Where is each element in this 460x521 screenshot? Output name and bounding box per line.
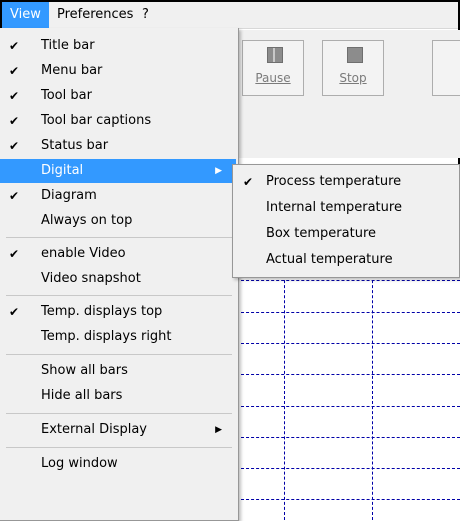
check-icon: ✔: [8, 139, 20, 153]
stop-caption: Stop: [339, 71, 367, 85]
menu-item-menu-bar[interactable]: ✔ Menu bar: [0, 59, 236, 83]
submenu-item-box-temperature[interactable]: Box temperature: [233, 221, 457, 247]
grid-line: [236, 406, 460, 407]
menu-item-label: Temp. displays right: [41, 329, 172, 344]
grid-line: [236, 468, 460, 469]
menu-separator: [6, 413, 232, 414]
menu-view[interactable]: View: [2, 2, 49, 28]
menu-item-video-snapshot[interactable]: Video snapshot: [0, 267, 236, 291]
toolbar-button-partial[interactable]: [432, 40, 460, 96]
menu-item-label: Video snapshot: [41, 271, 141, 286]
menu-item-log-window[interactable]: Log window: [0, 452, 236, 476]
menu-item-label: Title bar: [41, 38, 95, 53]
grid-line: [284, 270, 285, 520]
menu-item-show-all-bars[interactable]: Show all bars: [0, 359, 236, 383]
grid-line: [236, 437, 460, 438]
menu-item-hide-all-bars[interactable]: Hide all bars: [0, 384, 236, 408]
menu-item-external-display[interactable]: External Display ▶: [0, 418, 236, 442]
grid-line: [372, 270, 373, 520]
check-icon: ✔: [8, 64, 20, 78]
digital-submenu: ✔ Process temperature Internal temperatu…: [232, 164, 460, 278]
check-icon: ✔: [8, 305, 20, 319]
menu-preferences[interactable]: Preferences: [49, 2, 141, 28]
pause-icon: [267, 47, 283, 63]
check-icon: ✔: [8, 89, 20, 103]
menu-item-label: Tool bar captions: [41, 113, 152, 128]
check-icon: ✔: [8, 247, 20, 261]
menu-item-temp-displays-top[interactable]: ✔ Temp. displays top: [0, 300, 236, 324]
menu-item-always-on-top[interactable]: Always on top: [0, 209, 236, 233]
menu-item-temp-displays-right[interactable]: Temp. displays right: [0, 325, 236, 349]
menu-item-label: Status bar: [41, 138, 109, 153]
menu-item-label: Menu bar: [41, 63, 103, 78]
grid-line: [236, 343, 460, 344]
submenu-arrow-icon: ▶: [215, 166, 222, 176]
stop-button[interactable]: Stop: [322, 40, 384, 96]
stop-icon: [347, 47, 363, 63]
menu-item-diagram[interactable]: ✔ Diagram: [0, 184, 236, 208]
menu-item-label: External Display: [41, 422, 147, 437]
check-icon: ✔: [8, 189, 20, 203]
menu-separator: [6, 447, 232, 448]
menu-item-tool-bar[interactable]: ✔ Tool bar: [0, 84, 236, 108]
menu-item-label: Hide all bars: [41, 388, 123, 403]
menu-help[interactable]: ?: [134, 2, 157, 28]
menu-item-label: Digital: [41, 163, 84, 178]
menu-item-status-bar[interactable]: ✔ Status bar: [0, 134, 236, 158]
menu-separator: [6, 354, 232, 355]
grid-line: [236, 312, 460, 313]
menu-item-label: enable Video: [41, 246, 126, 261]
menu-item-digital[interactable]: Digital ▶: [0, 159, 236, 183]
grid-line: [236, 499, 460, 500]
view-menu: ✔ Title bar ✔ Menu bar ✔ Tool bar ✔ Tool…: [0, 28, 239, 521]
menu-item-label: Log window: [41, 456, 118, 471]
pause-caption: Pause: [255, 71, 291, 85]
menu-item-enable-video[interactable]: ✔ enable Video: [0, 242, 236, 266]
menu-item-label: Temp. displays top: [41, 304, 163, 319]
submenu-item-process-temperature[interactable]: ✔ Process temperature: [233, 169, 457, 195]
menu-separator: [6, 237, 232, 238]
diagram-grid: [236, 270, 460, 520]
menu-item-tool-bar-captions[interactable]: ✔ Tool bar captions: [0, 109, 236, 133]
submenu-item-internal-temperature[interactable]: Internal temperature: [233, 195, 457, 221]
menu-item-title-bar[interactable]: ✔ Title bar: [0, 34, 236, 58]
toolbar: Pause Stop: [236, 30, 460, 158]
pause-button[interactable]: Pause: [242, 40, 304, 96]
menu-item-label: Diagram: [41, 188, 97, 203]
menu-bar: View Preferences ?: [2, 2, 458, 29]
submenu-item-label: Process temperature: [266, 174, 402, 189]
check-icon: ✔: [8, 39, 20, 53]
submenu-arrow-icon: ▶: [215, 425, 222, 435]
check-icon: ✔: [243, 175, 254, 189]
menu-item-label: Always on top: [41, 213, 133, 228]
submenu-item-actual-temperature[interactable]: Actual temperature: [233, 247, 457, 273]
grid-line: [236, 280, 460, 281]
submenu-item-label: Box temperature: [266, 226, 377, 241]
menu-item-label: Show all bars: [41, 363, 128, 378]
submenu-item-label: Internal temperature: [266, 200, 402, 215]
submenu-item-label: Actual temperature: [266, 252, 393, 267]
menu-separator: [6, 295, 232, 296]
grid-line: [236, 374, 460, 375]
menu-item-label: Tool bar: [41, 88, 92, 103]
check-icon: ✔: [8, 114, 20, 128]
